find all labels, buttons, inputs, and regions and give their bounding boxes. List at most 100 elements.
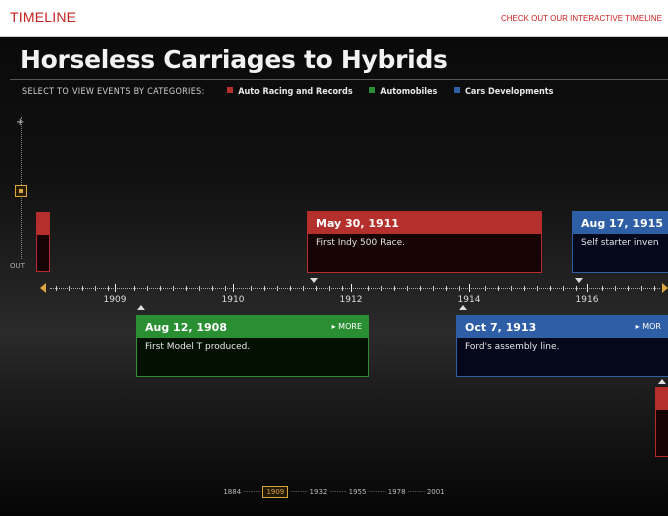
event-marker-model-t[interactable] <box>137 305 145 310</box>
page-title: Horseless Carriages to Hybrids <box>20 45 448 74</box>
minor-tick <box>446 286 447 291</box>
decade-1884[interactable]: 1884 <box>223 488 241 496</box>
blue-swatch-icon <box>453 87 460 93</box>
event-marker-indy500[interactable] <box>310 278 318 283</box>
minor-tick <box>407 286 408 291</box>
year-label-1916: 1916 <box>575 295 599 305</box>
event-date: May 30, 1911 <box>316 217 399 230</box>
event-date: Aug 17, 1915 <box>581 217 663 230</box>
year-label-1914: 1914 <box>457 295 481 305</box>
dots-separator: ·········· <box>290 488 308 496</box>
minor-tick <box>329 286 330 291</box>
category-label: Automobiles <box>380 87 438 97</box>
year-label-1910: 1910 <box>221 295 245 305</box>
minor-tick <box>420 286 421 291</box>
event-date: Oct 7, 1913 <box>465 321 537 334</box>
decade-navigator: 1884 ·········· 1909 ·········· 1932 ········… <box>0 486 668 498</box>
major-tick <box>351 284 352 292</box>
year-label-1912: 1912 <box>339 295 363 305</box>
minor-tick <box>82 286 83 291</box>
zoom-slider[interactable]: + OUT <box>10 117 34 277</box>
major-tick <box>233 284 234 292</box>
event-card-indy500[interactable]: May 30, 1911 First Indy 500 Race. <box>307 211 542 273</box>
divider <box>10 79 668 80</box>
category-label: Cars Developments <box>464 87 554 97</box>
decade-1978[interactable]: 1978 <box>388 488 406 496</box>
minor-tick <box>498 286 499 291</box>
decade-1932[interactable]: 1932 <box>310 488 328 496</box>
axis-line <box>50 288 660 289</box>
minor-tick <box>550 286 551 291</box>
event-card-model-t[interactable]: Aug 12, 1908 ▸ MORE First Model T produc… <box>136 315 369 377</box>
minor-tick <box>433 286 434 291</box>
timeline-stage: Horseless Carriages to Hybrids SELECT TO… <box>0 37 668 516</box>
dots-separator: ·········· <box>329 488 347 496</box>
event-description: First Indy 500 Race. <box>316 238 406 248</box>
zoom-in-button[interactable]: + <box>16 117 24 128</box>
category-filter: SELECT TO VIEW EVENTS BY CATEGORIES: Aut… <box>22 87 568 97</box>
category-automobiles[interactable]: Automobiles <box>369 87 437 97</box>
minor-tick <box>628 286 629 291</box>
event-card-self-starter[interactable]: Aug 17, 1915 Self starter inven <box>572 211 668 273</box>
minor-tick <box>186 286 187 291</box>
minor-tick <box>615 286 616 291</box>
zoom-handle[interactable] <box>15 185 27 197</box>
decade-1955[interactable]: 1955 <box>349 488 367 496</box>
minor-tick <box>524 286 525 291</box>
minor-tick <box>173 286 174 291</box>
more-link[interactable]: ▸ MOR <box>636 322 661 331</box>
minor-tick <box>537 286 538 291</box>
minor-tick <box>212 286 213 291</box>
scroll-left-arrow-icon[interactable] <box>40 283 46 293</box>
green-swatch-icon <box>369 87 376 93</box>
event-marker-self-starter[interactable] <box>575 278 583 283</box>
minor-tick <box>342 286 343 291</box>
minor-tick <box>95 286 96 291</box>
category-auto-racing[interactable]: Auto Racing and Records <box>227 87 353 97</box>
partial-event-card-right[interactable] <box>655 387 668 457</box>
minor-tick <box>563 286 564 291</box>
top-header: TIMELINE CHECK OUT OUR INTERACTIVE TIMEL… <box>0 0 668 37</box>
more-link[interactable]: ▸ MORE <box>332 322 362 331</box>
minor-tick <box>160 286 161 291</box>
minor-tick <box>368 286 369 291</box>
minor-tick <box>199 286 200 291</box>
minor-tick <box>225 286 226 291</box>
minor-tick <box>108 286 109 291</box>
minor-tick <box>290 286 291 291</box>
minor-tick <box>251 286 252 291</box>
timeline-axis[interactable]: 1909 1910 1912 1914 1916 <box>36 282 668 312</box>
zoom-out-label[interactable]: OUT <box>10 262 25 270</box>
category-label: Auto Racing and Records <box>238 87 353 97</box>
minor-tick <box>69 286 70 291</box>
decade-2001[interactable]: 2001 <box>427 488 445 496</box>
minor-tick <box>459 286 460 291</box>
partial-event-card-left[interactable] <box>36 212 50 272</box>
decade-1909[interactable]: 1909 <box>262 486 289 498</box>
event-card-assembly-line[interactable]: Oct 7, 1913 ▸ MOR Ford's assembly line. <box>456 315 668 377</box>
minor-tick <box>134 286 135 291</box>
event-marker-assembly-line[interactable] <box>459 305 467 310</box>
event-marker-right-edge[interactable] <box>658 379 666 384</box>
minor-tick <box>56 286 57 291</box>
minor-tick <box>641 286 642 291</box>
major-tick <box>469 284 470 292</box>
event-description: Self starter inven <box>581 238 659 248</box>
dots-separator: ·········· <box>368 488 386 496</box>
timeline-title: TIMELINE <box>10 9 77 25</box>
minor-tick <box>277 286 278 291</box>
minor-tick <box>511 286 512 291</box>
scroll-right-arrow-icon[interactable] <box>662 283 668 293</box>
minor-tick <box>602 286 603 291</box>
interactive-timeline-link[interactable]: CHECK OUT OUR INTERACTIVE TIMELINE <box>501 14 662 23</box>
minor-tick <box>394 286 395 291</box>
category-cars-developments[interactable]: Cars Developments <box>453 87 554 97</box>
event-description: First Model T produced. <box>145 342 251 352</box>
year-label-1909: 1909 <box>103 295 127 305</box>
minor-tick <box>485 286 486 291</box>
minor-tick <box>654 286 655 291</box>
minor-tick <box>147 286 148 291</box>
minor-tick <box>264 286 265 291</box>
dots-separator: ·········· <box>407 488 426 496</box>
event-date: Aug 12, 1908 <box>145 321 227 334</box>
